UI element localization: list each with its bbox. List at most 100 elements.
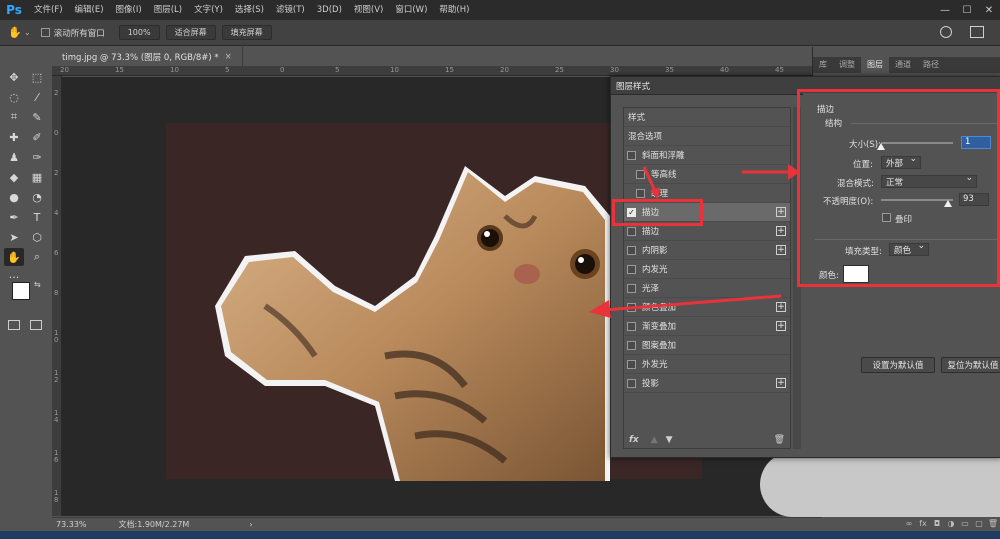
set-default-button[interactable]: 设置为默认值 [861,357,935,373]
effect-checkbox[interactable] [627,359,636,369]
effect-label: 混合选项 [628,132,663,142]
magic-wand-tool-icon[interactable]: ⁄ [27,88,47,106]
effect-checkbox[interactable] [627,321,636,331]
eyedropper-tool-icon[interactable]: ✎ [27,108,47,126]
menu-filter[interactable]: 滤镜(T) [270,0,311,20]
menu-select[interactable]: 选择(S) [229,0,270,20]
zoom-100-button[interactable]: 100% [118,25,160,40]
effect-checkbox[interactable] [627,226,636,236]
close-button[interactable]: ✕ [978,0,1000,20]
ruler-tick-label: 45 [775,66,784,74]
effect-item[interactable]: 图案叠加 [624,336,790,355]
hand-tool-icon[interactable]: ✋ [4,248,24,266]
menu-window[interactable]: 窗口(W) [389,0,433,20]
panel-background [760,452,1000,517]
link-layers-icon[interactable]: ∞ [902,519,916,528]
ruler-tick-label: 1 2 [54,369,59,384]
menu-image[interactable]: 图像(I) [110,0,148,20]
effect-checkbox[interactable] [627,150,636,160]
trash-icon[interactable]: 🗑 [986,519,1000,528]
ruler-tick-label: 1 6 [54,449,59,464]
scroll-all-checkbox[interactable] [40,28,50,37]
minimize-button[interactable]: — [934,0,956,20]
hand-tool-icon[interactable]: ✋ [6,24,24,42]
effect-item[interactable]: 内发光 [624,260,790,279]
new-layer-icon[interactable]: ▢ [972,519,986,528]
ruler-tick-label: 10 [390,66,399,74]
move-down-icon[interactable]: ▼ [666,435,673,445]
tab-channels[interactable]: 通道 [889,57,917,73]
brush-tool-icon[interactable]: ✐ [27,128,47,146]
blur-tool-icon[interactable]: ● [4,188,24,206]
menu-layer[interactable]: 图层(L) [148,0,188,20]
maximize-button[interactable]: ☐ [956,0,978,20]
trash-icon[interactable]: 🗑 [774,435,785,445]
photoshop-logo: Ps [6,3,22,17]
ruler-tick-label: 25 [555,66,564,74]
effect-item[interactable]: 投影 + [624,374,790,393]
quick-mask-icon[interactable] [8,320,20,330]
effect-item[interactable]: 样式 [624,108,790,127]
foreground-color-swatch[interactable] [12,282,30,300]
add-mask-icon[interactable]: ◘ [930,519,944,528]
effect-item[interactable]: 内阴影 + [624,241,790,260]
effect-label: 内阴影 [642,246,668,256]
document-tab[interactable]: timg.jpg @ 73.3% (图层 0, RGB/8#) * × [52,47,243,66]
search-icon[interactable] [940,26,952,38]
menu-view[interactable]: 视图(V) [348,0,389,20]
zoom-tool-icon[interactable]: ⌕ [27,248,47,266]
history-brush-tool-icon[interactable]: ✑ [27,148,47,166]
status-bar: 73.33% 文档:1.90M/2.27M › [52,517,822,531]
effect-checkbox[interactable] [627,340,636,350]
fit-screen-button[interactable]: 适合屏幕 [165,25,216,40]
shape-tool-icon[interactable]: ⬡ [27,228,47,246]
tab-libraries[interactable]: 库 [813,57,833,73]
gradient-tool-icon[interactable]: ▦ [27,168,47,186]
dodge-tool-icon[interactable]: ◔ [27,188,47,206]
effects-footer: fx ▲ ▼ 🗑 [623,431,791,449]
swap-colors-icon[interactable]: ⇆ [34,280,41,289]
reset-default-button[interactable]: 复位为默认值 [941,357,1000,373]
add-effect-icon[interactable]: + [776,207,786,217]
menu-3d[interactable]: 3D(D) [311,0,348,20]
group-icon[interactable]: ▭ [958,519,972,528]
menu-help[interactable]: 帮助(H) [433,0,475,20]
add-effect-icon[interactable]: + [776,226,786,236]
fx-icon[interactable]: fx [916,519,930,528]
clone-stamp-tool-icon[interactable]: ♟ [4,148,24,166]
fx-icon[interactable]: fx [629,435,639,445]
effect-checkbox[interactable] [627,264,636,274]
move-tool-icon[interactable]: ✥ [4,68,24,86]
layers-panel-footer: ∞ fx ◘ ◑ ▭ ▢ 🗑 [812,515,1000,531]
status-menu-arrow[interactable]: › [249,520,252,529]
close-icon[interactable]: × [225,52,232,62]
lasso-tool-icon[interactable]: ◌ [4,88,24,106]
effect-checkbox[interactable] [627,378,636,388]
path-selection-tool-icon[interactable]: ➤ [4,228,24,246]
healing-brush-tool-icon[interactable]: ✚ [4,128,24,146]
add-effect-icon[interactable]: + [776,245,786,255]
effect-checkbox[interactable] [627,245,636,255]
eraser-tool-icon[interactable]: ◆ [4,168,24,186]
adjustment-layer-icon[interactable]: ◑ [944,519,958,528]
add-effect-icon[interactable]: + [776,378,786,388]
zoom-level[interactable]: 73.33% [56,520,87,529]
crop-tool-icon[interactable]: ⌗ [4,108,24,126]
type-tool-icon[interactable]: T [27,208,47,226]
menu-file[interactable]: 文件(F) [28,0,69,20]
screen-mode-icon[interactable] [30,320,42,330]
effect-item[interactable]: 外发光 [624,355,790,374]
workspace-icon[interactable] [970,26,984,38]
menu-type[interactable]: 文字(Y) [188,0,229,20]
add-effect-icon[interactable]: + [776,321,786,331]
tab-adjustments[interactable]: 调整 [833,57,861,73]
tab-layers[interactable]: 图层 [861,57,889,73]
tab-paths[interactable]: 路径 [917,57,945,73]
effect-item[interactable]: 混合选项 [624,127,790,146]
chevron-down-icon[interactable]: ⌄ [24,28,31,37]
move-up-icon[interactable]: ▲ [651,435,658,445]
fill-screen-button[interactable]: 填充屏幕 [221,25,272,40]
marquee-tool-icon[interactable]: ⬚ [27,68,47,86]
pen-tool-icon[interactable]: ✒ [4,208,24,226]
menu-edit[interactable]: 编辑(E) [69,0,110,20]
